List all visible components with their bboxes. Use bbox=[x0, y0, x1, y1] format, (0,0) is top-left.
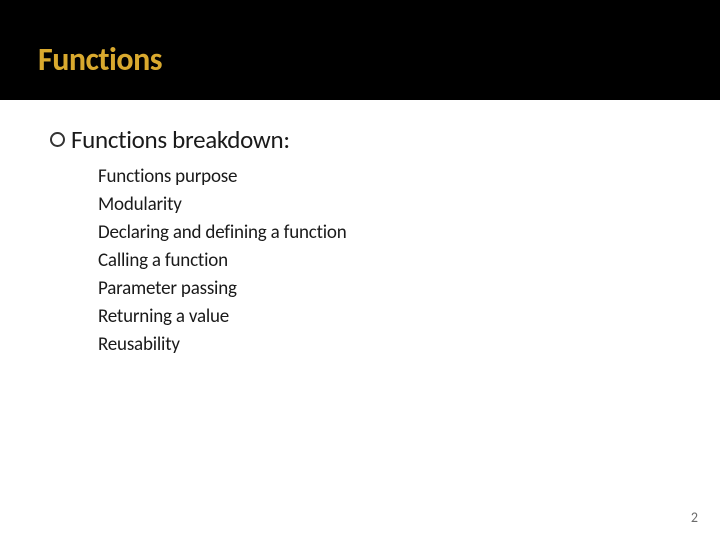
list-item: Declaring and defining a function bbox=[98, 221, 720, 244]
list-item: Calling a function bbox=[98, 249, 720, 272]
list-item: Functions purpose bbox=[98, 165, 720, 188]
slide-title-bar: Functions bbox=[0, 0, 720, 100]
list-item: Returning a value bbox=[98, 305, 720, 328]
main-bullet-row: Functions breakdown: bbox=[50, 124, 720, 155]
page-number: 2 bbox=[691, 509, 698, 526]
main-bullet-text: Functions breakdown: bbox=[71, 124, 290, 155]
list-item: Modularity bbox=[98, 193, 720, 216]
circle-bullet-icon bbox=[50, 132, 65, 147]
list-item: Reusability bbox=[98, 333, 720, 356]
sub-bullet-list: Functions purpose Modularity Declaring a… bbox=[50, 165, 720, 356]
slide-content: Functions breakdown: Functions purpose M… bbox=[0, 100, 720, 356]
slide-title: Functions bbox=[38, 40, 720, 79]
list-item: Parameter passing bbox=[98, 277, 720, 300]
